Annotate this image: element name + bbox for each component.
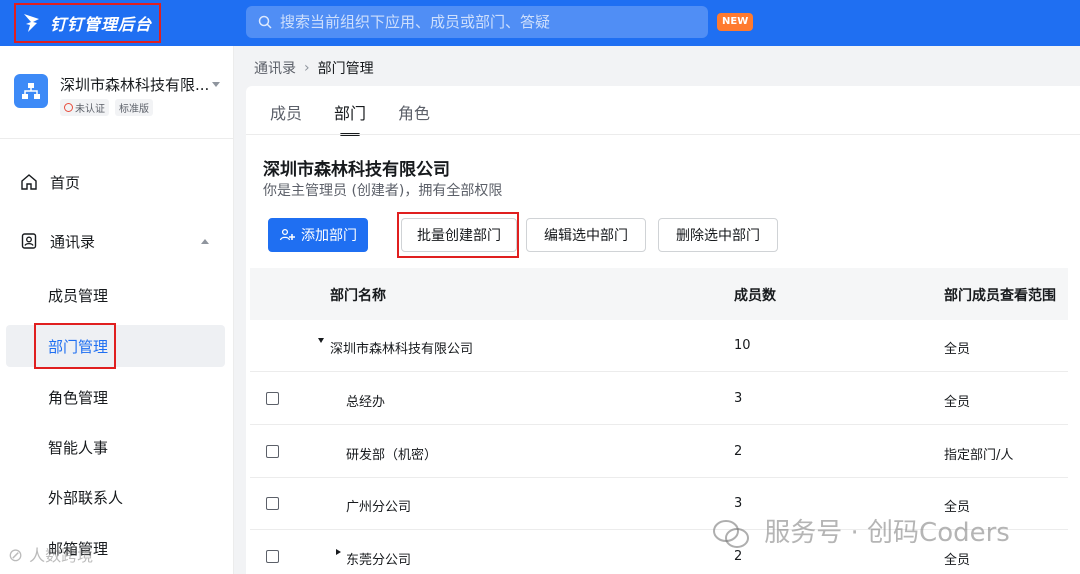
nav-contacts[interactable]: 通讯录 [0, 221, 233, 261]
column-header-count[interactable]: 成员数 [734, 285, 776, 305]
nav-role-management[interactable]: 角色管理 [6, 376, 225, 418]
row-checkbox[interactable] [266, 392, 279, 405]
department-name: 东莞分公司 [346, 553, 412, 568]
view-scope: 全员 [944, 553, 971, 568]
page-title: 深圳市森林科技有限公司 [263, 160, 450, 180]
dingtalk-logo-icon [24, 14, 39, 32]
department-name: 广州分公司 [346, 500, 412, 515]
nav-external-contacts[interactable]: 外部联系人 [6, 476, 225, 518]
search-icon [258, 15, 272, 29]
permission-description: 你是主管理员 (创建者)，拥有全部权限 [263, 183, 503, 199]
wechat-icon [713, 519, 749, 548]
expand-icon[interactable] [318, 338, 324, 343]
delete-selected-department-button[interactable]: 删除选中部门 [658, 218, 778, 252]
watermark: ⊘ 人数跨境 [8, 545, 94, 566]
brand[interactable]: 钉钉管理后台 [14, 3, 161, 43]
table-row[interactable]: 总经办 3 全员 [250, 373, 1068, 425]
sidebar: 深圳市森林科技有限... 未认证 标准版 首页 通讯录 成员管理 部门管理 角色… [0, 46, 234, 574]
breadcrumb-current: 部门管理 [317, 61, 374, 77]
table-header: 部门名称 成员数 部门成员查看范围 [250, 268, 1068, 320]
add-department-button[interactable]: 添加部门 [268, 218, 368, 252]
highlight-box [34, 323, 116, 369]
org-avatar-icon [14, 74, 48, 108]
member-count: 2 [734, 444, 743, 459]
org-name: 深圳市森林科技有限... [60, 76, 210, 94]
watermark-logo-icon: ⊘ [8, 545, 24, 566]
org-switcher[interactable]: 深圳市森林科技有限... 未认证 标准版 [14, 68, 224, 128]
member-count: 3 [734, 496, 743, 511]
department-name: 深圳市森林科技有限公司 [330, 342, 474, 357]
column-header-scope[interactable]: 部门成员查看范围 [944, 285, 1056, 305]
row-checkbox[interactable] [266, 550, 279, 563]
divider [0, 138, 233, 139]
tab-members[interactable]: 成员 [270, 100, 302, 136]
tab-roles[interactable]: 角色 [398, 100, 430, 136]
member-count: 10 [734, 338, 751, 353]
column-header-name[interactable]: 部门名称 [330, 285, 386, 305]
department-name: 研发部（机密） [346, 448, 438, 463]
nav-smart-hr[interactable]: 智能人事 [6, 426, 225, 468]
tab-departments[interactable]: 部门 [334, 100, 366, 136]
search-input[interactable] [280, 13, 700, 31]
view-scope: 全员 [944, 395, 971, 410]
member-count: 2 [734, 549, 743, 564]
new-badge: NEW [717, 13, 754, 31]
edition-tag: 标准版 [115, 99, 153, 116]
chevron-right-icon: › [304, 60, 310, 76]
member-count: 3 [734, 391, 743, 406]
org-tags: 未认证 标准版 [60, 99, 153, 116]
global-search[interactable] [246, 6, 708, 38]
nav-member-management[interactable]: 成员管理 [6, 274, 225, 316]
table-row[interactable]: 深圳市森林科技有限公司 10 全员 [250, 320, 1068, 372]
row-checkbox[interactable] [266, 497, 279, 510]
table-row[interactable]: 研发部（机密） 2 指定部门/人 [250, 426, 1068, 478]
divider [246, 134, 1080, 135]
unverified-icon [64, 103, 73, 112]
verification-tag: 未认证 [60, 99, 109, 116]
home-icon [21, 174, 37, 190]
edit-selected-department-button[interactable]: 编辑选中部门 [526, 218, 646, 252]
department-name: 总经办 [346, 395, 386, 410]
top-bar: 钉钉管理后台 NEW [0, 0, 1080, 46]
main-area: 通讯录 › 部门管理 成员 部门 角色 深圳市森林科技有限公司 你是主管理员 (… [234, 46, 1080, 574]
nav-home[interactable]: 首页 [0, 162, 233, 202]
chevron-up-icon[interactable] [201, 238, 209, 244]
view-scope: 指定部门/人 [944, 448, 1014, 463]
app-title: 钉钉管理后台 [50, 15, 153, 34]
view-scope: 全员 [944, 342, 971, 357]
highlight-box [397, 212, 519, 258]
contacts-icon [21, 233, 37, 249]
expand-icon[interactable] [336, 549, 341, 555]
chevron-down-icon[interactable] [212, 82, 220, 87]
breadcrumb: 通讯录 › 部门管理 [254, 58, 374, 78]
tab-bar: 成员 部门 角色 [270, 100, 430, 136]
add-department-icon [279, 228, 295, 241]
breadcrumb-parent[interactable]: 通讯录 [254, 58, 296, 78]
watermark: 服务号 · 创码Coders [712, 512, 1010, 549]
row-checkbox[interactable] [266, 445, 279, 458]
